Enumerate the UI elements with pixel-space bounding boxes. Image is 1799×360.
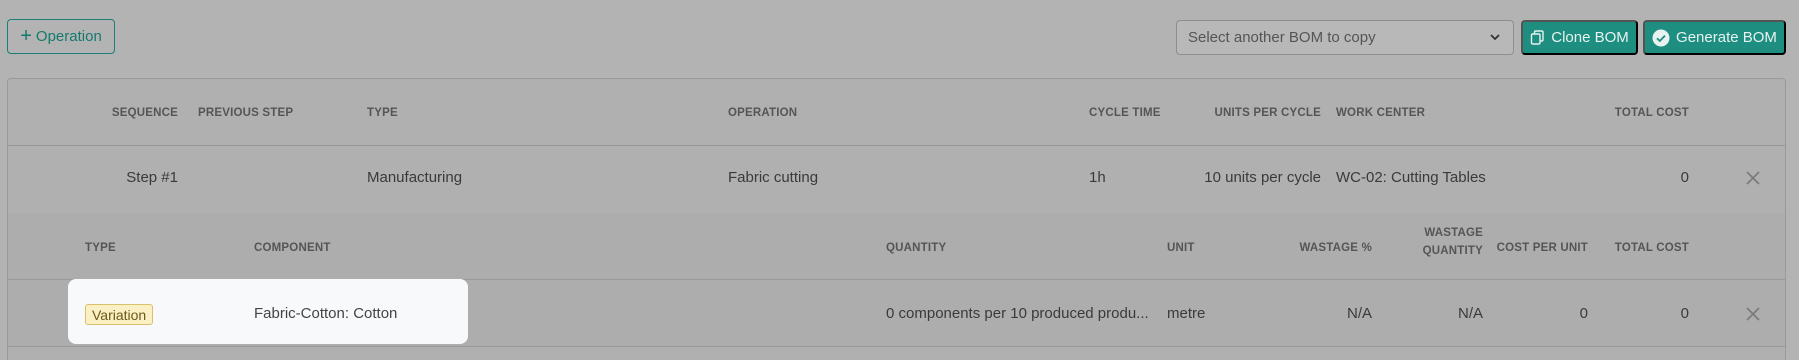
generate-bom-label: Generate BOM [1676,29,1777,46]
col-units-per-cycle: UNITS PER CYCLE [1214,107,1321,119]
col-sequence: SEQUENCE [111,107,178,119]
chevron-down-icon [1490,34,1500,41]
comp-cost-per-unit: 0 [1579,305,1588,322]
comp-unit: metre [1167,305,1206,322]
bom-select-placeholder: Select another BOM to copy [1188,29,1376,46]
component-type-badge: Variation [85,304,154,325]
add-operation-button[interactable]: + Operation [7,19,115,54]
op-cycle-time: 1h [1089,169,1106,186]
op-units-per-cycle: 10 units per cycle [1204,169,1321,186]
col-previous-step: PREVIOUS STEP [198,107,294,119]
comp-quantity: 0 components per 10 produced produ... [886,305,1149,322]
generate-bom-button[interactable]: Generate BOM [1643,20,1786,55]
clone-bom-label: Clone BOM [1551,29,1629,46]
component-name[interactable]: Fabric-Cotton: Cotton [254,305,397,322]
comp-col-component: COMPONENT [254,242,331,254]
check-circle-icon [1652,29,1670,46]
plus-icon: + [20,24,32,47]
col-operation: OPERATION [728,107,798,119]
comp-col-wastage-pct: WASTAGE % [1299,242,1372,254]
comp-wastage-pct: N/A [1346,305,1372,322]
op-operation: Fabric cutting [728,169,819,186]
comp-col-wastage-qty-line2: QUANTITY [1422,245,1483,257]
comp-total-cost: 0 [1680,305,1689,322]
col-work-center: WORK CENTER [1336,107,1426,119]
comp-col-total-cost: TOTAL COST [1614,242,1689,254]
op-work-center: WC-02: Cutting Tables [1336,169,1486,186]
operations-header-row: SEQUENCE PREVIOUS STEP TYPE OPERATION CY… [8,79,1785,146]
col-total-cost: TOTAL COST [1614,107,1689,119]
comp-wastage-qty: N/A [1457,305,1483,322]
op-total-cost: 0 [1680,169,1689,186]
comp-col-unit: UNIT [1167,242,1195,254]
comp-col-type: TYPE [85,242,116,254]
comp-col-wastage-qty: WASTAGE QUANTITY [1423,224,1483,260]
operation-row[interactable]: Step #1 Manufacturing Fabric cutting 1h … [8,146,1785,213]
col-type: TYPE [367,107,398,119]
copy-icon [1531,30,1544,45]
comp-col-wastage-qty-line1: WASTAGE [1424,227,1483,239]
remove-component-icon[interactable] [1745,306,1761,322]
comp-col-cost-per-unit: COST PER UNIT [1496,242,1588,254]
comp-col-quantity: QUANTITY [886,242,947,254]
toolbar: + Operation Select another BOM to copy C… [0,0,1799,78]
add-operation-label: Operation [35,28,102,45]
bom-select[interactable]: Select another BOM to copy [1176,20,1514,55]
op-sequence: Step #1 [126,169,178,186]
col-cycle-time: CYCLE TIME [1089,107,1161,119]
components-header-row: TYPE COMPONENT QUANTITY UNIT WASTAGE % W… [8,213,1785,280]
clone-bom-button[interactable]: Clone BOM [1521,20,1638,55]
op-type: Manufacturing [367,169,463,186]
remove-operation-icon[interactable] [1745,170,1761,186]
